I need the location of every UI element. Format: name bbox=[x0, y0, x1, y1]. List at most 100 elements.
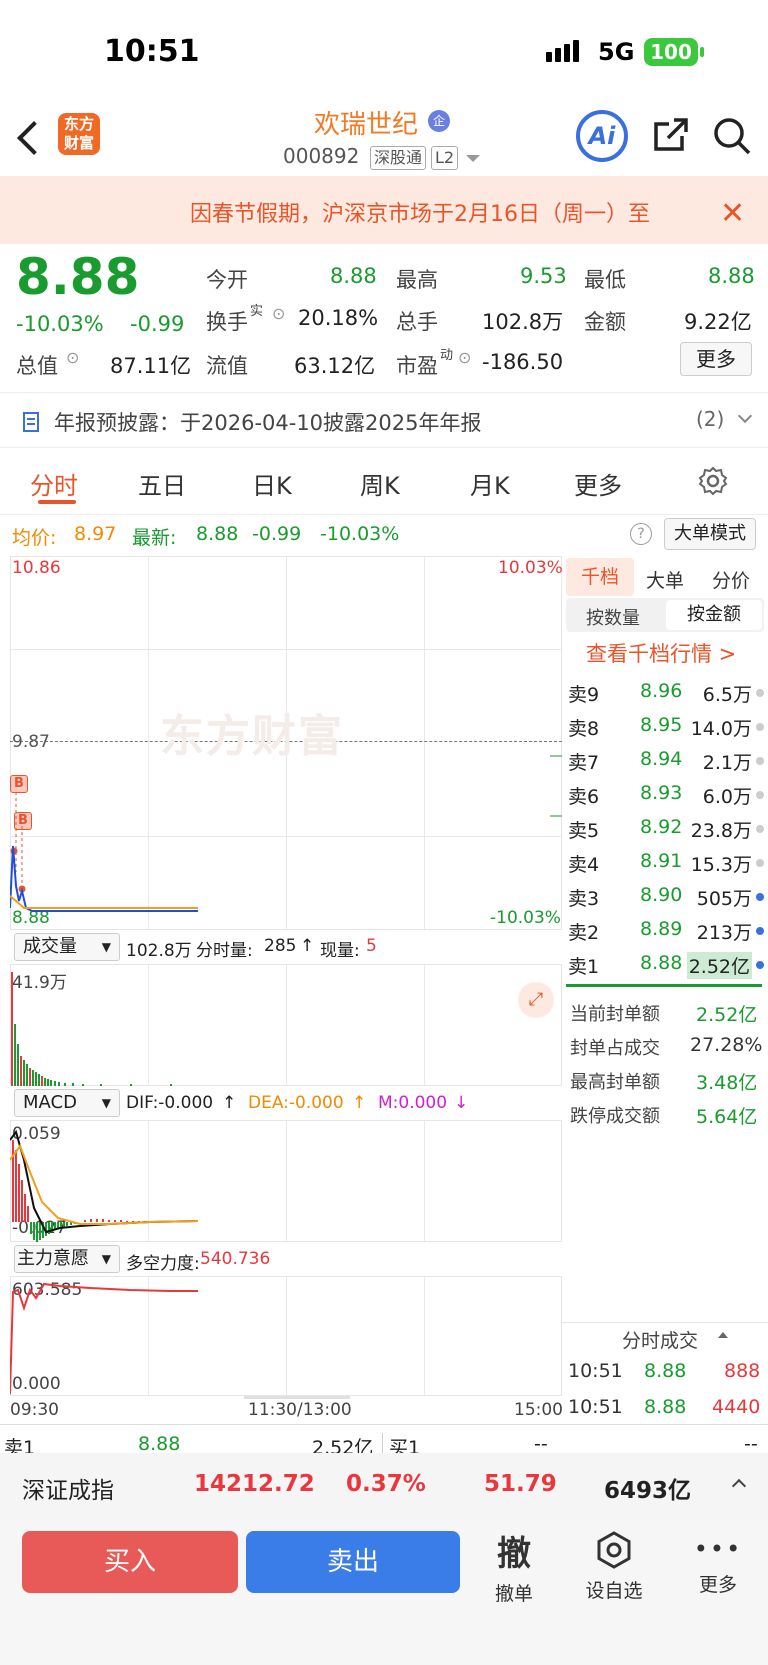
ask-row[interactable]: 卖4 8.91 15.3万 bbox=[564, 846, 768, 880]
tab-intraday[interactable]: 分时 bbox=[30, 466, 78, 501]
expand-icon[interactable]: ⤢ bbox=[518, 982, 554, 1018]
annual-report-banner[interactable]: 年报预披露：于2026-04-10披露2025年年报 (2) bbox=[0, 392, 768, 448]
ask-row[interactable]: 卖8 8.95 14.0万 bbox=[564, 710, 768, 744]
ask-price: 8.90 bbox=[640, 884, 683, 906]
ai-button[interactable]: Ai bbox=[576, 110, 628, 162]
level1-quote-strip: 卖1 8.88 2.52亿 买1 -- -- bbox=[0, 1424, 768, 1454]
tab-daily-k[interactable]: 日K bbox=[252, 466, 292, 501]
stat-label: 当前封单额 bbox=[570, 1004, 660, 1025]
tab-thousand-levels[interactable]: 千档 bbox=[566, 558, 634, 596]
ask-volume: 6.5万 bbox=[702, 684, 752, 706]
last-change: -0.99 bbox=[252, 523, 302, 545]
big-order-mode-button[interactable]: 大单模式 bbox=[664, 518, 756, 550]
stat-label: 最高封单额 bbox=[570, 1072, 660, 1093]
scroll-indicator[interactable] bbox=[244, 1396, 350, 1399]
volume-indicator-select[interactable]: 成交量 ▼ bbox=[14, 933, 120, 961]
mktcap-label: 总值 bbox=[16, 354, 58, 378]
ask-price: 8.88 bbox=[640, 952, 683, 974]
ask-row[interactable]: 卖3 8.90 505万 bbox=[564, 880, 768, 914]
tab-weekly-k[interactable]: 周K bbox=[360, 466, 400, 501]
ask-row[interactable]: 卖6 8.93 6.0万 bbox=[564, 778, 768, 812]
dif-value: DIF:-0.000 bbox=[126, 1093, 214, 1113]
trade-time: 10:51 bbox=[568, 1360, 623, 1382]
ask-row[interactable]: 卖2 8.89 213万 bbox=[564, 914, 768, 948]
sell1-volume: 2.52亿 bbox=[312, 1437, 374, 1454]
power-label: 多空力度: bbox=[126, 1254, 200, 1274]
ask-row[interactable]: 卖5 8.92 23.8万 bbox=[564, 812, 768, 846]
arrow-up-icon: ↑ bbox=[352, 1093, 367, 1113]
chevron-down-icon: ▼ bbox=[101, 1252, 111, 1266]
back-icon[interactable] bbox=[17, 121, 51, 155]
high-value: 9.53 bbox=[520, 264, 567, 288]
close-icon[interactable]: ✕ bbox=[720, 196, 745, 231]
index-name: 深证成指 bbox=[22, 1478, 114, 1504]
info-icon[interactable]: ⊙ bbox=[458, 348, 471, 367]
volume-value: 102.8万 bbox=[482, 310, 564, 334]
logo-line1: 东方 bbox=[63, 115, 94, 133]
chevron-up-icon[interactable] bbox=[731, 1478, 747, 1494]
tab-monthly-k[interactable]: 月K bbox=[470, 466, 510, 501]
caret-up-icon bbox=[718, 1332, 728, 1338]
index-amount: 6493亿 bbox=[604, 1478, 692, 1504]
tab-more[interactable]: 更多 bbox=[574, 466, 622, 501]
chevron-down-icon[interactable] bbox=[466, 155, 480, 162]
ask-label: 卖5 bbox=[568, 820, 600, 842]
trade-price: 8.88 bbox=[644, 1360, 687, 1382]
arrow-up-icon: ↑ bbox=[300, 936, 315, 956]
change-pct: -10.03% bbox=[16, 312, 104, 336]
ask-volume: 2.52亿 bbox=[686, 952, 752, 979]
low-label: 最低 bbox=[584, 268, 626, 292]
thousand-levels-link[interactable]: 查看千档行情 > bbox=[586, 638, 736, 668]
stock-code: 000892 bbox=[283, 144, 360, 168]
volume-min: 285 bbox=[264, 936, 297, 956]
share-icon[interactable] bbox=[652, 116, 690, 154]
ask-volume: 23.8万 bbox=[690, 820, 752, 842]
price-line-svg bbox=[10, 755, 562, 912]
stat-value: 27.28% bbox=[690, 1034, 763, 1056]
ask-price: 8.94 bbox=[640, 748, 683, 770]
trades-title[interactable]: 分时成交 bbox=[622, 1326, 698, 1353]
tab-price-dist[interactable]: 分价 bbox=[712, 566, 750, 593]
holiday-notice: 因春节假期，沪深京市场于2月16日（周一）至 bbox=[0, 176, 768, 244]
index-ticker[interactable]: 深证成指 14212.72 0.37% 51.79 6493亿 bbox=[0, 1453, 768, 1519]
ask-volume: 6.0万 bbox=[702, 786, 752, 808]
mktcap-value: 87.11亿 bbox=[110, 354, 192, 378]
last-pct: -10.03% bbox=[320, 523, 400, 545]
status-dot bbox=[756, 757, 764, 765]
x-label-mid: 11:30/13:00 bbox=[248, 1400, 352, 1420]
status-time: 10:51 bbox=[104, 34, 200, 69]
ask-row[interactable]: 卖7 8.94 2.1万 bbox=[564, 744, 768, 778]
pe-sup: 动 bbox=[440, 348, 454, 363]
tab-big-orders[interactable]: 大单 bbox=[646, 566, 684, 593]
chevron-down-icon bbox=[737, 408, 753, 424]
avg-value: 8.97 bbox=[74, 523, 117, 545]
ask-volume: 15.3万 bbox=[690, 854, 752, 876]
info-icon[interactable]: ⊙ bbox=[272, 304, 285, 323]
status-dot bbox=[756, 825, 764, 833]
sell-button[interactable]: 卖出 bbox=[246, 1531, 460, 1593]
power-indicator-select[interactable]: 主力意愿 ▼ bbox=[14, 1245, 120, 1273]
subtab-by-quantity[interactable]: 按数量 bbox=[586, 604, 640, 630]
avg-label: 均价: bbox=[12, 527, 57, 549]
tab-5day[interactable]: 五日 bbox=[138, 466, 186, 501]
network-label: 5G bbox=[598, 38, 635, 66]
more-actions-button[interactable]: ••• 更多 bbox=[690, 1536, 746, 1597]
ask-volume: 213万 bbox=[696, 922, 752, 944]
ask-row[interactable]: 卖9 8.96 6.5万 bbox=[564, 676, 768, 710]
sell1-label: 卖1 bbox=[4, 1437, 36, 1454]
dea-value: DEA:-0.000 bbox=[248, 1093, 344, 1113]
search-icon[interactable] bbox=[712, 116, 752, 156]
subtab-by-amount[interactable]: 按金额 bbox=[666, 600, 762, 630]
buy-button[interactable]: 买入 bbox=[22, 1531, 238, 1593]
ask-label: 卖7 bbox=[568, 752, 600, 774]
cancel-order-button[interactable]: 撤 撤单 bbox=[486, 1526, 542, 1606]
float-label: 流值 bbox=[206, 354, 248, 378]
help-icon[interactable]: ? bbox=[630, 523, 652, 545]
info-icon[interactable]: ⊙ bbox=[66, 348, 79, 367]
ask-row[interactable]: 卖1 8.88 2.52亿 bbox=[564, 948, 768, 982]
gear-icon[interactable] bbox=[698, 466, 728, 496]
more-button[interactable]: 更多 bbox=[680, 342, 752, 376]
add-watchlist-button[interactable]: 设自选 bbox=[576, 1530, 652, 1603]
status-dot bbox=[756, 961, 764, 969]
macd-indicator-select[interactable]: MACD ▼ bbox=[14, 1089, 120, 1117]
